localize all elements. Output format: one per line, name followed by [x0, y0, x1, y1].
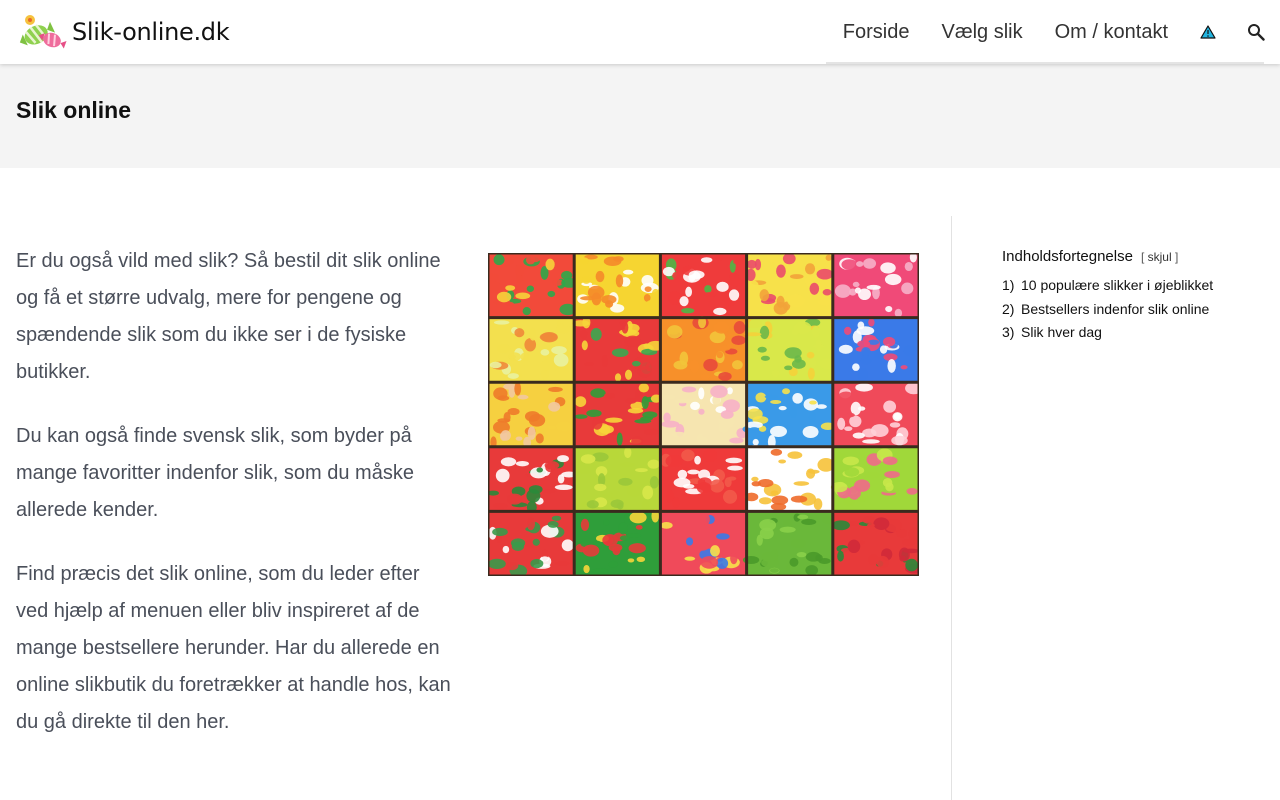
site-header: Slik-online.dk Forside Vælg slik Om / ko…	[0, 0, 1280, 64]
candy-logo-icon	[19, 15, 67, 49]
toc-link[interactable]: Bestsellers indenfor slik online	[1021, 298, 1209, 322]
page-title: Slik online	[16, 97, 132, 123]
nav-underline	[826, 62, 1264, 64]
toc-item[interactable]: 1) 10 populære slikker i øjeblikket	[1002, 274, 1262, 298]
toc-link[interactable]: 10 populære slikker i øjeblikket	[1021, 274, 1213, 298]
toc-title: Indholdsfortegnelse	[1002, 248, 1133, 265]
toc-item[interactable]: 3) Slik hver dag	[1002, 321, 1262, 345]
search-icon[interactable]	[1232, 0, 1280, 64]
toc-list: 1) 10 populære slikker i øjeblikket 2) B…	[1002, 274, 1262, 345]
nav-item-forside[interactable]: Forside	[827, 0, 926, 64]
intro-paragraph: Du kan også finde svensk slik, som byder…	[16, 425, 414, 521]
table-of-contents: Indholdsfortegnelse [ skjul ] 1) 10 popu…	[1002, 248, 1262, 345]
toc-hide-link[interactable]: skjul	[1148, 250, 1172, 264]
intro-paragraph: Er du også vild med slik? Så bestil dit …	[16, 250, 441, 383]
logo-text: Slik-online.dk	[72, 18, 230, 46]
toc-toggle[interactable]: [ skjul ]	[1141, 250, 1178, 264]
warning-triangle-icon[interactable]	[1184, 0, 1232, 64]
toc-item[interactable]: 2) Bestsellers indenfor slik online	[1002, 298, 1262, 322]
main-nav: Forside Vælg slik Om / kontakt	[827, 0, 1280, 64]
intro-paragraph: Find præcis det slik online, som du lede…	[16, 563, 451, 733]
sidebar-divider	[951, 216, 952, 800]
candy-display-image	[488, 253, 919, 576]
nav-item-vaelg-slik[interactable]: Vælg slik	[925, 0, 1038, 64]
page-title-band	[0, 64, 1280, 168]
toc-link[interactable]: Slik hver dag	[1021, 321, 1102, 345]
intro-text: Er du også vild med slik? Så bestil dit …	[16, 243, 456, 768]
nav-item-om-kontakt[interactable]: Om / kontakt	[1039, 0, 1184, 64]
site-logo[interactable]: Slik-online.dk	[16, 10, 230, 54]
